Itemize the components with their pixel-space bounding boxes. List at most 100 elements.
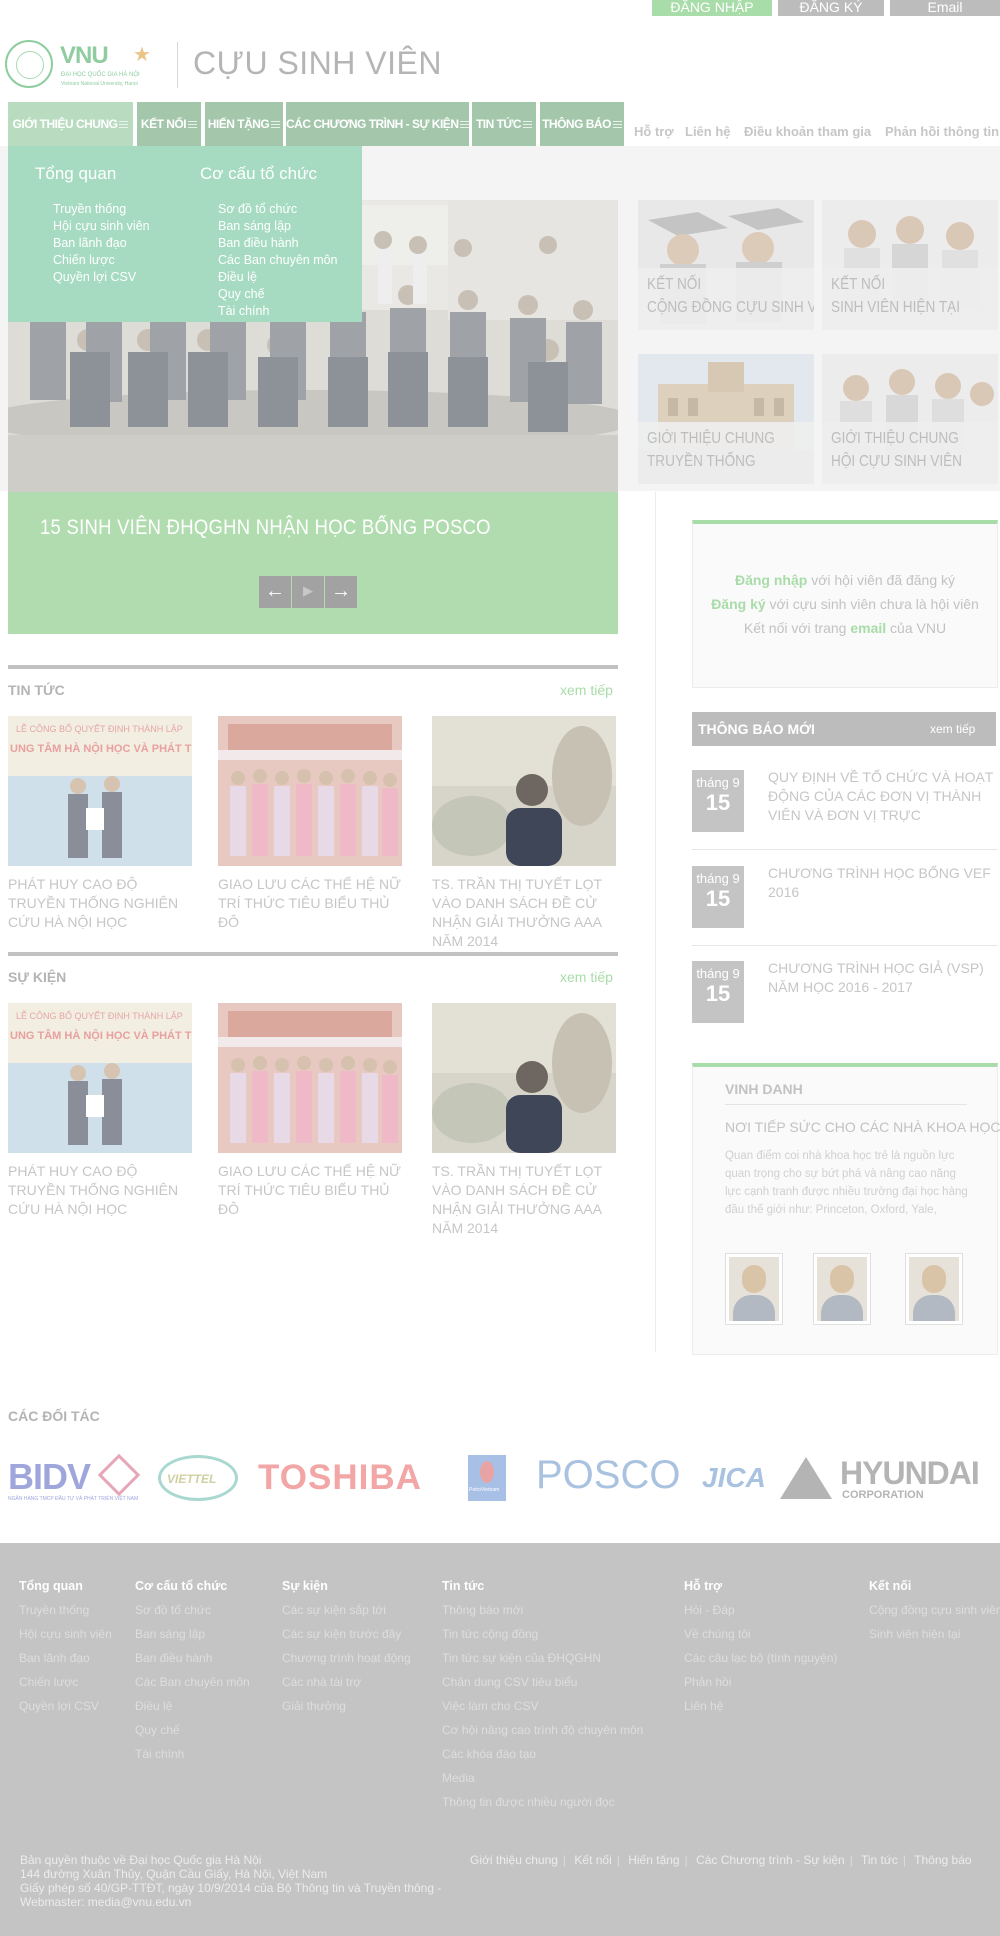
dropdown-item[interactable]: Tài chính [218, 304, 269, 318]
tile-gioi-thieu-truyen-thong[interactable]: GIỚI THIỆU CHUNG TRUYỀN THỐNG [638, 354, 814, 484]
news-title-3[interactable]: TS. TRẦN THỊ TUYẾT LỌT VÀO DANH SÁCH ĐỀ … [432, 875, 616, 951]
event-title-2[interactable]: GIAO LƯU CÁC THẾ HỆ NỮ TRÍ THỨC TIÊU BIỂ… [218, 1162, 402, 1219]
footer-link[interactable]: Chương trình hoạt động [282, 1651, 411, 1665]
footer-link[interactable]: Tin tức cộng đồng [442, 1627, 538, 1641]
footer-link[interactable]: Truyền thống [19, 1603, 89, 1617]
footer-link[interactable]: Các nhà tài trợ [282, 1675, 361, 1689]
news-title-1[interactable]: PHÁT HUY CAO ĐỘ TRUYỀN THỐNG NGHIÊN CỨU … [8, 875, 192, 932]
partner-logo-jica[interactable]: JICA [702, 1462, 766, 1494]
partner-logo-hyundai[interactable]: HYUNDAI CORPORATION [780, 1455, 1000, 1505]
footer-link[interactable]: Tin tức sự kiện của ĐHQGHN [442, 1651, 601, 1665]
news-more-link[interactable]: xem tiếp [560, 682, 613, 698]
tile-gioi-thieu-hoi-csv[interactable]: GIỚI THIỆU CHUNG HỘI CỰU SINH VIÊN [822, 354, 998, 484]
honor-subtitle[interactable]: NƠI TIẾP SỨC CHO CÁC NHÀ KHOA HỌC TRẺ [725, 1119, 1000, 1135]
dropdown-item[interactable]: Quyền lợi CSV [53, 270, 136, 284]
vnu-logo[interactable]: VNU ★ ĐẠI HỌC QUỐC GIA HÀ NỘI Vietnam Na… [5, 40, 165, 90]
nav-link-dieu-khoan[interactable]: Điều khoản tham gia [744, 124, 871, 139]
hero-caption-title[interactable]: 15 SINH VIÊN ĐHQGHN NHẬN HỌC BỔNG POSCO [40, 516, 491, 540]
footer-link[interactable]: Ban lãnh đạo [19, 1651, 90, 1665]
partner-logo-viettel[interactable]: VIETTEL [158, 1455, 238, 1501]
footer-link[interactable]: Điều lệ [135, 1699, 172, 1713]
notice-title-3[interactable]: CHƯƠNG TRÌNH HỌC GIẢ (VSP) NĂM HỌC 2016 … [768, 959, 998, 997]
footer-link[interactable]: Ban sáng lập [135, 1627, 205, 1641]
notices-more-link[interactable]: xem tiếp [930, 722, 975, 736]
dropdown-item[interactable]: Hội cựu sinh viên [53, 219, 150, 233]
footer-link[interactable]: Liên hệ [684, 1699, 723, 1713]
register-button[interactable]: ĐĂNG KÝ [778, 0, 884, 16]
footer-link[interactable]: Sinh viên hiện tại [869, 1627, 960, 1641]
footer-link[interactable]: Kết nối [574, 1853, 611, 1867]
footer-link[interactable]: Cộng đồng cựu sinh viên [869, 1603, 1000, 1617]
footer-link[interactable]: Chân dung CSV tiêu biểu [442, 1675, 577, 1689]
slider-prev-button[interactable]: ← [259, 576, 291, 608]
email-link[interactable]: email [850, 620, 886, 636]
slider-next-button[interactable]: → [325, 576, 357, 608]
news-image-1[interactable]: LỄ CÔNG BỐ QUYẾT ĐỊNH THÀNH LẬP UNG TÂM … [8, 716, 192, 866]
honoree-photo[interactable] [725, 1253, 783, 1325]
footer-webmaster[interactable]: Webmaster: media@vnu.edu.vn [20, 1895, 191, 1909]
dropdown-item[interactable]: Các Ban chuyên môn [218, 253, 338, 267]
footer-link[interactable]: Giải thưởng [282, 1699, 346, 1713]
nav-thong-bao[interactable]: THÔNG BÁO [540, 102, 624, 146]
dropdown-item[interactable]: Chiến lược [53, 253, 115, 267]
partner-logo-bidv[interactable]: BIDV NGÂN HÀNG TMCP ĐẦU TƯ VÀ PHÁT TRIỂN… [8, 1453, 141, 1506]
event-title-1[interactable]: PHÁT HUY CAO ĐỘ TRUYỀN THỐNG NGHIÊN CỨU … [8, 1162, 192, 1219]
footer-link[interactable]: Thông báo mới [442, 1603, 523, 1617]
notice-title-1[interactable]: QUY ĐỊNH VỀ TỔ CHỨC VÀ HOẠT ĐỘNG CỦA CÁC… [768, 768, 998, 825]
dropdown-item[interactable]: Quy chế [218, 287, 265, 301]
footer-link[interactable]: Phản hồi [684, 1675, 731, 1689]
footer-link[interactable]: Thông báo [914, 1853, 971, 1867]
footer-link[interactable]: Hội cựu sinh viên [19, 1627, 112, 1641]
news-title-2[interactable]: GIAO LƯU CÁC THẾ HỆ NỮ TRÍ THỨC TIÊU BIỂ… [218, 875, 402, 932]
dropdown-item[interactable]: Sơ đồ tổ chức [218, 202, 297, 216]
footer-link[interactable]: Tài chính [135, 1747, 184, 1761]
footer-link[interactable]: Các Ban chuyên môn [135, 1675, 250, 1689]
footer-link[interactable]: Thông tin được nhiều người đọc [442, 1795, 615, 1809]
honoree-photo[interactable] [813, 1253, 871, 1325]
footer-link[interactable]: Các câu lạc bộ (tình nguyện) [684, 1651, 837, 1665]
news-image-2[interactable] [218, 716, 402, 866]
footer-link[interactable]: Ban điều hành [135, 1651, 212, 1665]
footer-link[interactable]: Cơ hội nâng cao trình độ chuyên môn [442, 1723, 643, 1737]
footer-link[interactable]: Các khóa đào tạo [442, 1747, 536, 1761]
login-button[interactable]: ĐĂNG NHẬP [652, 0, 772, 16]
honoree-photo[interactable] [905, 1253, 963, 1325]
email-button[interactable]: Email [890, 0, 1000, 16]
footer-link[interactable]: Sơ đồ tổ chức [135, 1603, 211, 1617]
nav-link-phan-hoi[interactable]: Phản hồi thông tin [885, 124, 999, 139]
partner-logo-toshiba[interactable]: TOSHIBA [258, 1458, 422, 1498]
event-title-3[interactable]: TS. TRẦN THỊ TUYẾT LỌT VÀO DANH SÁCH ĐỀ … [432, 1162, 616, 1238]
footer-link[interactable]: Media [442, 1771, 475, 1785]
dropdown-item[interactable]: Điều lệ [218, 270, 257, 284]
news-image-3[interactable] [432, 716, 616, 866]
footer-link[interactable]: Hỏi - Đáp [684, 1603, 735, 1617]
event-image-2[interactable] [218, 1003, 402, 1153]
footer-link[interactable]: Hiến tặng [628, 1853, 679, 1867]
footer-link[interactable]: Các Chương trình - Sự kiện [696, 1853, 845, 1867]
dropdown-item[interactable]: Ban điều hành [218, 236, 299, 250]
event-image-1[interactable]: LỄ CÔNG BỐ QUYẾT ĐỊNH THÀNH LẬP UNG TÂM … [8, 1003, 192, 1153]
dropdown-item[interactable]: Ban sáng lập [218, 219, 291, 233]
dropdown-item[interactable]: Truyền thống [53, 202, 126, 216]
footer-link[interactable]: Giới thiệu chung [470, 1853, 558, 1867]
footer-link[interactable]: Quy chế [135, 1723, 180, 1737]
notice-title-2[interactable]: CHƯƠNG TRÌNH HỌC BỔNG VEF 2016 [768, 864, 998, 902]
nav-link-lien-he[interactable]: Liên hệ [685, 124, 731, 139]
footer-link[interactable]: Quyền lợi CSV [19, 1699, 99, 1713]
nav-gioi-thieu-chung[interactable]: GIỚI THIỆU CHUNG [8, 102, 133, 146]
footer-link[interactable]: Tin tức [861, 1853, 898, 1867]
nav-hien-tang[interactable]: HIẾN TẶNG [205, 102, 283, 146]
dropdown-item[interactable]: Ban lãnh đạo [53, 236, 127, 250]
footer-link[interactable]: Việc làm cho CSV [442, 1699, 539, 1713]
tile-ket-noi-sinh-vien[interactable]: KẾT NỐI SINH VIÊN HIỆN TẠI [822, 200, 998, 330]
slider-play-button[interactable]: ▶ [292, 576, 324, 608]
nav-tin-tuc[interactable]: TIN TỨC [472, 102, 536, 146]
partner-logo-posco[interactable]: POSCO [536, 1453, 680, 1498]
footer-link[interactable]: Các sự kiện sắp tới [282, 1603, 386, 1617]
register-link[interactable]: Đăng ký [711, 596, 765, 612]
footer-link[interactable]: Chiến lược [19, 1675, 78, 1689]
footer-link[interactable]: Các sự kiện trước đây [282, 1627, 401, 1641]
events-more-link[interactable]: xem tiếp [560, 969, 613, 985]
event-image-3[interactable] [432, 1003, 616, 1153]
nav-link-ho-tro[interactable]: Hỗ trợ [634, 124, 674, 139]
